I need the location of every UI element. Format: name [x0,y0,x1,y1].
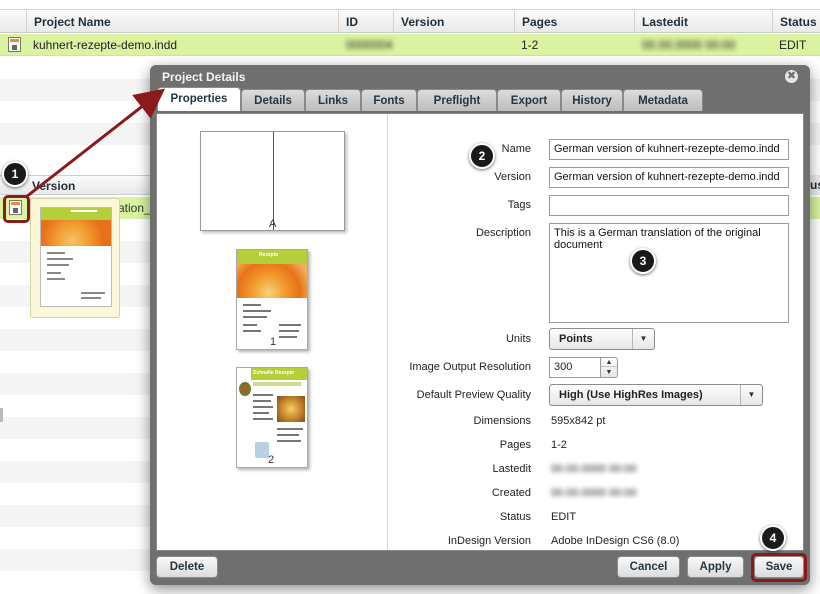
project-id-cell: 0000004 [346,38,393,52]
empty-row [0,461,150,483]
dialog-title: Project Details [162,70,246,84]
created-label: Created [491,487,531,499]
status-label: Status [499,511,531,523]
tags-field[interactable] [549,195,789,216]
page-2-thumbnail[interactable]: Schnelle Rezepte 2 [236,367,308,468]
versions-header-label[interactable]: Version [32,179,75,193]
empty-row [0,123,150,145]
units-label: Units [505,333,531,345]
preview-quality-label: Default Preview Quality [416,389,531,401]
page-2-number: 2 [268,454,275,466]
version-thumbnail-popup [30,198,120,318]
column-header-pages[interactable]: Pages [514,11,634,33]
versions-header-status-label: us [810,178,820,192]
table-row[interactable]: kuhnert-rezepte-demo.indd 0000004 1-2 00… [0,34,820,56]
empty-row [0,329,150,351]
resolution-input[interactable]: 300 [549,357,601,378]
tab-metadata[interactable]: Metadata [623,89,703,111]
page-1-number: 1 [270,336,277,348]
stepper-down-icon[interactable]: ▼ [601,368,617,377]
dimensions-label: Dimensions [473,415,531,427]
spread-thumbnail[interactable]: A [200,131,345,231]
close-icon[interactable]: ✖ [785,70,798,83]
column-header-lastedit[interactable]: Lastedit [634,11,772,33]
indesign-version-label: InDesign Version [447,535,531,547]
version-field[interactable]: German version of kuhnert-rezepte-demo.i… [549,167,789,188]
apply-button[interactable]: Apply [687,556,744,578]
project-status-cell: EDIT [779,38,807,52]
lastedit-value: 00.00.0000 00:00 [551,463,637,475]
tab-fonts[interactable]: Fonts [361,89,417,111]
callout-marker-4: 4 [760,525,786,551]
page-1-thumbnail[interactable]: Rezepte 1 [236,249,308,350]
tab-history[interactable]: History [561,89,623,111]
tab-details[interactable]: Details [241,89,305,111]
dialog-content: A Rezepte 1 Schnelle Rezepte 2 Name Germ… [156,113,804,551]
project-lastedit-cell: 00.00.0000 00:00 [642,38,736,52]
indesign-version-value: Adobe InDesign CS6 (8.0) [551,535,680,547]
preview-quality-select[interactable]: High (Use HighRes Images) ▼ [549,384,763,406]
column-header-id[interactable]: ID [338,11,393,33]
status-value: EDIT [551,511,577,523]
project-name-cell[interactable]: kuhnert-rezepte-demo.indd [27,34,177,56]
name-label: Name [501,143,531,155]
preview-quality-select-value: High (Use HighRes Images) [559,389,703,401]
highlight-version-icon [3,195,30,223]
spread-fold-line [273,132,274,230]
pages-value: 1-2 [551,439,567,451]
column-header-project-name[interactable]: Project Name [26,11,338,33]
splitter-handle[interactable] [0,408,3,422]
column-header-version[interactable]: Version [393,11,514,33]
resolution-stepper[interactable]: ▲ ▼ [600,357,618,378]
callout-marker-3: 3 [630,248,656,274]
tab-properties[interactable]: Properties [157,87,241,111]
tab-preflight[interactable]: Preflight [417,89,497,111]
chevron-down-icon: ▼ [740,385,762,405]
resolution-label: Image Output Resolution [409,361,531,373]
tab-links[interactable]: Links [305,89,361,111]
empty-row [0,79,150,101]
project-pages-cell: 1-2 [521,38,539,52]
properties-form: Name German version of kuhnert-rezepte-d… [389,114,803,550]
chevron-down-icon: ▼ [632,329,654,349]
description-field[interactable]: This is a German translation of the orig… [549,223,789,323]
grid-header: Project Name ID Version Pages Lastedit S… [0,11,820,33]
highlight-save-button [751,553,807,582]
description-label: Description [475,227,531,239]
tab-export[interactable]: Export [497,89,561,111]
page-2-heading: Schnelle Rezepte [253,370,295,376]
tags-label: Tags [507,199,531,211]
top-divider [0,0,820,10]
created-value: 00.00.0000 00:00 [551,487,637,499]
dimensions-value: 595x842 pt [551,415,606,427]
stepper-up-icon[interactable]: ▲ [601,358,617,367]
cancel-button[interactable]: Cancel [617,556,680,578]
page-preview-pane[interactable]: A Rezepte 1 Schnelle Rezepte 2 [157,114,388,550]
units-select[interactable]: Points ▼ [549,328,655,350]
empty-row [0,549,150,571]
indesign-document-icon [8,37,21,52]
empty-row [0,417,150,439]
callout-marker-1: 1 [2,161,28,187]
delete-button[interactable]: Delete [156,556,218,578]
units-select-value: Points [559,333,593,345]
empty-row [0,373,150,395]
callout-marker-2: 2 [469,143,495,169]
spread-master-label: A [269,218,277,230]
empty-row [0,505,150,527]
name-field[interactable]: German version of kuhnert-rezepte-demo.i… [549,139,789,160]
page-1-heading: Rezepte [259,252,279,258]
pages-label: Pages [499,439,531,451]
version-label: Version [494,171,531,183]
lastedit-label: Lastedit [492,463,531,475]
version-thumbnail-page [40,207,112,307]
column-header-status[interactable]: Status [772,11,820,33]
